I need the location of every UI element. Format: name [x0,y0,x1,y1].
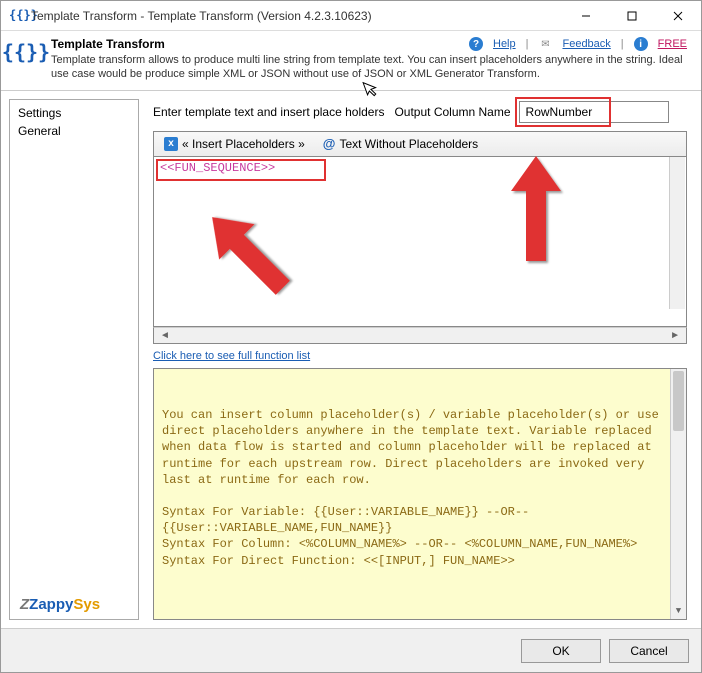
logo-z: Z [20,596,29,613]
insert-placeholders-button[interactable]: x « Insert Placeholders » [158,135,311,153]
placeholder-token: <<FUN_SEQUENCE>> [160,161,275,175]
output-column-label: Output Column Name [394,105,510,119]
mail-icon: ✉ [538,37,552,51]
window: {{}} Template Transform - Template Trans… [0,0,702,673]
titlebar: {{}} Template Transform - Template Trans… [1,1,701,31]
logo-zappy: Zappy [29,596,73,613]
output-column-wrap [519,101,669,123]
editor-horizontal-scrollbar[interactable]: ◄ ► [153,327,687,344]
window-title: Template Transform - Template Transform … [31,9,563,23]
sidebar: Settings General ZZappySys [9,99,139,620]
separator: | [526,38,529,50]
row-labels: Enter template text and insert place hol… [153,101,687,123]
scroll-down-icon[interactable]: ▼ [671,603,686,619]
cancel-button[interactable]: Cancel [609,639,689,663]
help-text-content: You can insert column placeholder(s) / v… [162,407,678,569]
editor-wrap: <<FUN_SEQUENCE>> ◄ ► [153,157,687,344]
app-icon: {{}} [9,8,25,24]
sidebar-item-general[interactable]: General [16,122,132,140]
logo-sys: Sys [73,596,100,613]
x-icon: x [164,137,178,151]
free-link[interactable]: FREE [658,38,687,50]
separator: | [621,38,624,50]
feedback-link[interactable]: Feedback [562,38,610,50]
editor-vertical-scrollbar[interactable] [669,157,685,309]
scroll-thumb[interactable] [673,371,684,431]
scroll-right-icon[interactable]: ► [666,330,684,341]
main-panel: Enter template text and insert place hol… [139,91,701,628]
help-icon: ? [469,37,483,51]
info-icon: i [634,37,648,51]
header: {{}} Template Transform Template transfo… [1,31,701,90]
editor-toolbar: x « Insert Placeholders » @ Text Without… [153,131,687,157]
ok-button[interactable]: OK [521,639,601,663]
help-text-box[interactable]: You can insert column placeholder(s) / v… [153,368,687,620]
insert-placeholders-label: « Insert Placeholders » [182,137,305,151]
header-icon: {{}} [11,37,41,67]
footer: OK Cancel [1,628,701,672]
header-links: ? Help | ✉ Feedback | i FREE [469,37,687,51]
help-link[interactable]: Help [493,38,516,50]
window-controls [563,1,701,30]
header-text: Template transform allows to produce mul… [51,53,691,82]
minimize-button[interactable] [563,1,609,30]
body: Settings General ZZappySys Enter templat… [1,90,701,628]
text-without-label: Text Without Placeholders [339,137,478,151]
function-list-link[interactable]: Click here to see full function list [153,350,310,362]
sidebar-item-settings[interactable]: Settings [16,104,132,122]
function-list-link-row: Click here to see full function list [153,350,687,362]
close-button[interactable] [655,1,701,30]
template-label: Enter template text and insert place hol… [153,105,384,119]
maximize-button[interactable] [609,1,655,30]
scroll-left-icon[interactable]: ◄ [156,330,174,341]
template-editor[interactable]: <<FUN_SEQUENCE>> [153,157,687,327]
at-icon: @ [323,136,336,151]
output-column-input[interactable] [519,101,669,123]
vendor-logo: ZZappySys [20,596,100,613]
help-vertical-scrollbar[interactable]: ▲ ▼ [670,369,686,619]
text-without-placeholders-button[interactable]: @ Text Without Placeholders [317,134,484,153]
